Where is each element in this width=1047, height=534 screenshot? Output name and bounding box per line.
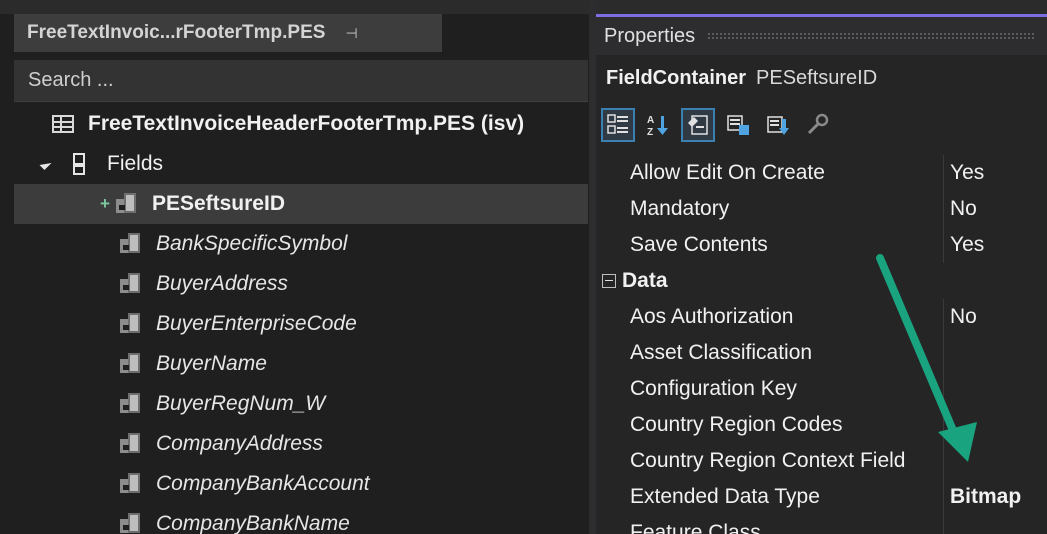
field-item[interactable]: BankSpecificSymbol [14, 224, 588, 264]
property-value[interactable] [943, 371, 1047, 407]
field-icon [120, 433, 142, 455]
property-value[interactable]: Bitmap [943, 479, 1047, 515]
property-value[interactable]: No [943, 299, 1047, 335]
field-label: BuyerEnterpriseCode [156, 312, 357, 335]
properties-toolbar: AZ [596, 100, 1047, 150]
property-name: Asset Classification [630, 341, 813, 364]
field-icon [120, 513, 142, 534]
svg-text:Z: Z [647, 127, 653, 137]
field-item-selected[interactable]: + PESeftsureID [14, 184, 588, 224]
property-pages-icon[interactable] [681, 108, 715, 142]
collapse-arrow-icon[interactable] [39, 157, 52, 171]
tree-node-fields[interactable]: Fields [14, 144, 588, 184]
field-item[interactable]: CompanyAddress [14, 424, 588, 464]
property-value[interactable]: Yes [943, 155, 1047, 191]
properties-tab-strip [596, 0, 1047, 14]
collapse-icon[interactable] [602, 274, 616, 288]
property-name: Feature Class [630, 521, 761, 534]
property-value[interactable] [943, 515, 1047, 534]
field-item[interactable]: BuyerRegNum_W [14, 384, 588, 424]
property-value[interactable]: Yes [943, 227, 1047, 263]
events-icon[interactable] [722, 109, 754, 141]
field-label: CompanyBankName [156, 512, 350, 534]
field-icon [120, 233, 142, 255]
categorized-icon[interactable] [601, 108, 635, 142]
properties-header[interactable]: Properties [596, 17, 1047, 55]
property-row[interactable]: Allow Edit On Create Yes [596, 155, 1047, 191]
fields-label: Fields [107, 152, 164, 175]
property-row[interactable]: Feature Class [596, 515, 1047, 534]
table-icon [52, 115, 74, 133]
property-name: Configuration Key [630, 377, 797, 400]
property-name: Country Region Context Field [630, 449, 906, 472]
property-value[interactable] [943, 407, 1047, 443]
property-row[interactable]: Save Contents Yes [596, 227, 1047, 263]
category-label: Data [622, 269, 668, 292]
field-list: + PESeftsureID BankSpecificSymbol BuyerA… [14, 184, 588, 534]
property-name: Allow Edit On Create [630, 161, 825, 184]
drag-grip[interactable] [707, 32, 1035, 40]
field-icon [115, 193, 138, 215]
field-item[interactable]: CompanyBankAccount [14, 464, 588, 504]
object-type: FieldContainer [606, 66, 747, 89]
field-label: CompanyAddress [156, 432, 323, 455]
property-name: Country Region Codes [630, 413, 843, 436]
property-row[interactable]: Aos Authorization No [596, 299, 1047, 335]
field-label: PESeftsureID [151, 192, 285, 215]
field-icon [120, 473, 142, 495]
field-label: BankSpecificSymbol [156, 232, 348, 255]
properties-pane: Properties FieldContainer PESeftsureID A… [596, 0, 1047, 534]
pin-icon[interactable]: ⊣ [345, 25, 357, 42]
property-row[interactable]: Configuration Key [596, 371, 1047, 407]
tree-root[interactable]: FreeTextInvoiceHeaderFooterTmp.PES (isv) [14, 104, 588, 144]
property-grid: Allow Edit On Create Yes Mandatory No Sa… [596, 155, 1047, 534]
alphabetical-icon[interactable]: AZ [642, 109, 674, 141]
search-input[interactable]: Search ... [14, 60, 588, 102]
field-icon [120, 273, 142, 295]
element-tree: FreeTextInvoiceHeaderFooterTmp.PES (isv)… [14, 104, 588, 534]
document-tab[interactable]: FreeTextInvoic...rFooterTmp.PES ⊣ [14, 14, 442, 52]
category-data[interactable]: Data [596, 263, 1047, 299]
new-item-plus-icon: + [100, 194, 110, 213]
wrench-icon[interactable] [802, 109, 834, 141]
property-name: Save Contents [630, 233, 768, 256]
field-item[interactable]: BuyerAddress [14, 264, 588, 304]
field-label: BuyerName [156, 352, 267, 375]
field-item[interactable]: CompanyBankName [14, 504, 588, 534]
properties-title: Properties [604, 24, 696, 47]
field-label: BuyerRegNum_W [156, 392, 326, 415]
field-icon [120, 313, 142, 335]
property-name: Extended Data Type [630, 485, 820, 508]
property-value[interactable] [943, 335, 1047, 371]
pane-splitter[interactable] [589, 0, 596, 534]
property-row[interactable]: Mandatory No [596, 191, 1047, 227]
property-name: Mandatory [630, 197, 730, 220]
field-icon [120, 353, 142, 375]
fields-icon [73, 153, 85, 175]
property-row[interactable]: Country Region Codes [596, 407, 1047, 443]
property-row[interactable]: Country Region Context Field [596, 443, 1047, 479]
object-name: PESeftsureID [756, 66, 878, 89]
property-value[interactable] [943, 443, 1047, 479]
field-label: BuyerAddress [156, 272, 288, 295]
property-name: Aos Authorization [630, 305, 794, 328]
property-row[interactable]: Extended Data Type Bitmap [596, 479, 1047, 515]
field-icon [120, 393, 142, 415]
field-label: CompanyBankAccount [156, 472, 370, 495]
field-item[interactable]: BuyerEnterpriseCode [14, 304, 588, 344]
tab-strip [0, 0, 589, 14]
event-handlers-icon[interactable] [762, 109, 794, 141]
tab-title: FreeTextInvoic...rFooterTmp.PES [27, 22, 326, 43]
property-row[interactable]: Asset Classification [596, 335, 1047, 371]
application-explorer: FreeTextInvoic...rFooterTmp.PES ⊣ Search… [0, 0, 589, 534]
property-value[interactable]: No [943, 191, 1047, 227]
object-selector[interactable]: FieldContainer PESeftsureID [596, 58, 1047, 98]
field-item[interactable]: BuyerName [14, 344, 588, 384]
svg-text:A: A [647, 115, 654, 126]
root-label: FreeTextInvoiceHeaderFooterTmp.PES (isv) [88, 112, 525, 135]
